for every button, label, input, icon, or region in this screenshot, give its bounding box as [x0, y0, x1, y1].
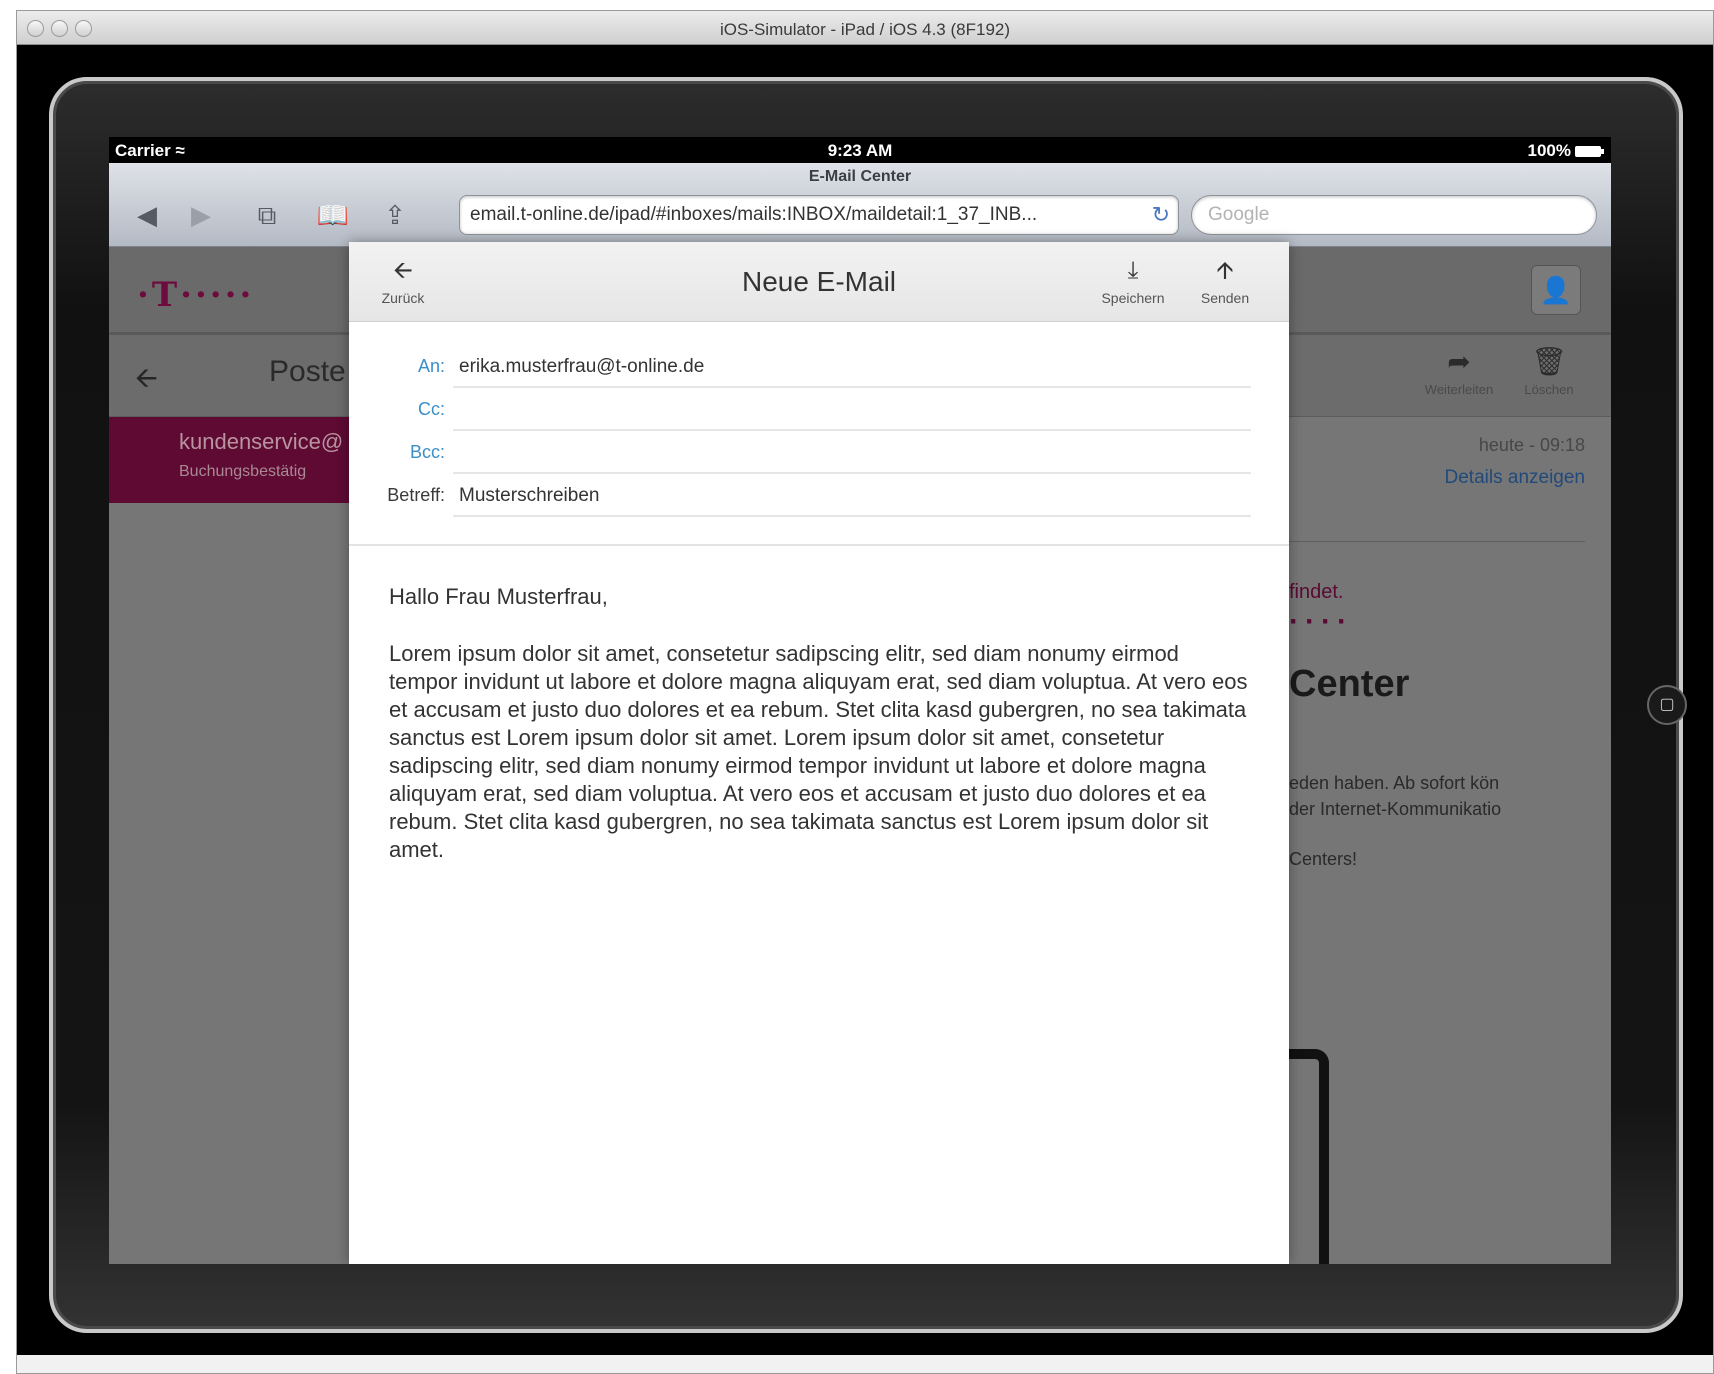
- battery-icon: [1575, 145, 1604, 157]
- subject-value[interactable]: Musterschreiben: [459, 485, 599, 507]
- browser-toolbar: E-Mail Center ◀ ▶ ⧉ 📖 ⇪ email.t-online.d…: [109, 163, 1611, 247]
- user-icon[interactable]: 👤: [1531, 265, 1581, 315]
- divider: [453, 429, 1251, 431]
- telekom-logo: ·T·····: [137, 275, 255, 315]
- bookmarks-icon[interactable]: 📖: [313, 199, 353, 231]
- share-icon[interactable]: ⇪: [375, 199, 415, 231]
- battery-indicator: 100%: [1527, 141, 1604, 161]
- delete-button[interactable]: 🗑 Löschen: [1509, 345, 1589, 399]
- save-button[interactable]: ⤓ Speichern: [1093, 256, 1173, 308]
- tabs-icon[interactable]: ⧉: [247, 199, 287, 231]
- page-title: E-Mail Center: [808, 168, 912, 185]
- device-illustration: [1289, 1049, 1329, 1264]
- teaser-title: Center: [1289, 663, 1410, 705]
- window-title: iOS-Simulator - iPad / iOS 4.3 (8F192): [719, 20, 1011, 39]
- ipad-screen: Carrier ≈ 9:23 AM 100% E-Mail Center ◀ ▶…: [109, 137, 1611, 1264]
- to-label: An:: [417, 356, 445, 376]
- forward-arrow-icon[interactable]: ▶: [181, 199, 221, 231]
- to-value[interactable]: erika.musterfrau@t-online.de: [459, 356, 704, 378]
- telekom-dots: ····: [1289, 605, 1353, 638]
- divider: [1289, 541, 1585, 542]
- teaser-line: der Internet-Kommunikatio: [1289, 799, 1502, 819]
- teaser-line: eden haben. Ab sofort kön: [1289, 773, 1500, 793]
- bcc-field[interactable]: Bcc:: [349, 434, 1289, 476]
- details-link[interactable]: Details anzeigen: [1445, 467, 1585, 489]
- home-button[interactable]: ▢: [1647, 685, 1687, 725]
- mail-date: heute - 09:18: [1478, 435, 1585, 455]
- cc-field[interactable]: Cc:: [349, 391, 1289, 433]
- bcc-label: Bcc:: [409, 442, 445, 462]
- subject-label: Betreff:: [387, 485, 445, 505]
- simulator-window: iOS-Simulator - iPad / iOS 4.3 (8F192) ▢…: [16, 10, 1714, 1374]
- url-field[interactable]: email.t-online.de/ipad/#inboxes/mails:IN…: [459, 195, 1179, 235]
- divider: [349, 544, 1289, 546]
- to-field[interactable]: An: erika.musterfrau@t-online.de: [349, 348, 1289, 390]
- subject-field[interactable]: Betreff: Musterschreiben: [349, 477, 1289, 519]
- status-bar: Carrier ≈ 9:23 AM 100%: [109, 137, 1611, 163]
- back-arrow-icon[interactable]: ◀: [127, 199, 167, 231]
- search-input[interactable]: Google: [1191, 195, 1597, 235]
- message-greeting[interactable]: Hallo Frau Musterfrau,: [389, 584, 608, 610]
- message-body[interactable]: Lorem ipsum dolor sit amet, consetetur s…: [389, 640, 1249, 864]
- mail-subject: Buchungsbestätig: [179, 463, 307, 480]
- mail-detail-toolbar: ➦ Weiterleiten 🗑 Löschen: [1289, 335, 1611, 417]
- mailbox-header: 🡨 Poste: [109, 335, 349, 417]
- reply-arrow-icon: ➦: [1447, 346, 1471, 377]
- mailbox-title: Poste: [269, 355, 346, 388]
- list-item[interactable]: kundenservice@ Buchungsbestätig: [109, 417, 349, 503]
- status-time: 9:23 AM: [827, 141, 893, 160]
- compose-header: 🡨 Zurück Neue E-Mail ⤓ Speichern 🡩 Sende…: [349, 242, 1289, 322]
- battery-label: 100%: [1527, 141, 1571, 160]
- divider: [453, 386, 1251, 388]
- mail-detail-pane: heute - 09:18 Details anzeigen findet. ·…: [1289, 417, 1611, 1264]
- window-titlebar[interactable]: iOS-Simulator - iPad / iOS 4.3 (8F192): [17, 11, 1713, 45]
- cc-label: Cc:: [418, 399, 445, 419]
- teaser-line: Centers!: [1289, 849, 1358, 869]
- save-label: Speichern: [1101, 290, 1165, 306]
- compose-dialog: 🡨 Zurück Neue E-Mail ⤓ Speichern 🡩 Sende…: [349, 242, 1289, 1264]
- divider: [453, 472, 1251, 474]
- divider: [453, 515, 1251, 517]
- forward-label: Weiterleiten: [1424, 382, 1494, 397]
- download-icon: ⤓: [1127, 257, 1139, 284]
- send-label: Senden: [1200, 290, 1250, 306]
- mail-sender: kundenservice@: [179, 429, 344, 454]
- window-footer: [17, 1355, 1713, 1373]
- url-text: email.t-online.de/ipad/#inboxes/mails:IN…: [470, 204, 1038, 225]
- trash-icon: 🗑: [1531, 346, 1567, 377]
- reload-icon[interactable]: ↻: [1152, 196, 1170, 234]
- upload-icon: 🡩: [1216, 257, 1234, 284]
- forward-button[interactable]: ➦ Weiterleiten: [1419, 345, 1499, 399]
- delete-label: Löschen: [1524, 382, 1574, 397]
- back-arrow-icon[interactable]: 🡨: [135, 357, 158, 405]
- teaser-text: findet.: [1289, 581, 1344, 603]
- send-button[interactable]: 🡩 Senden: [1185, 256, 1265, 308]
